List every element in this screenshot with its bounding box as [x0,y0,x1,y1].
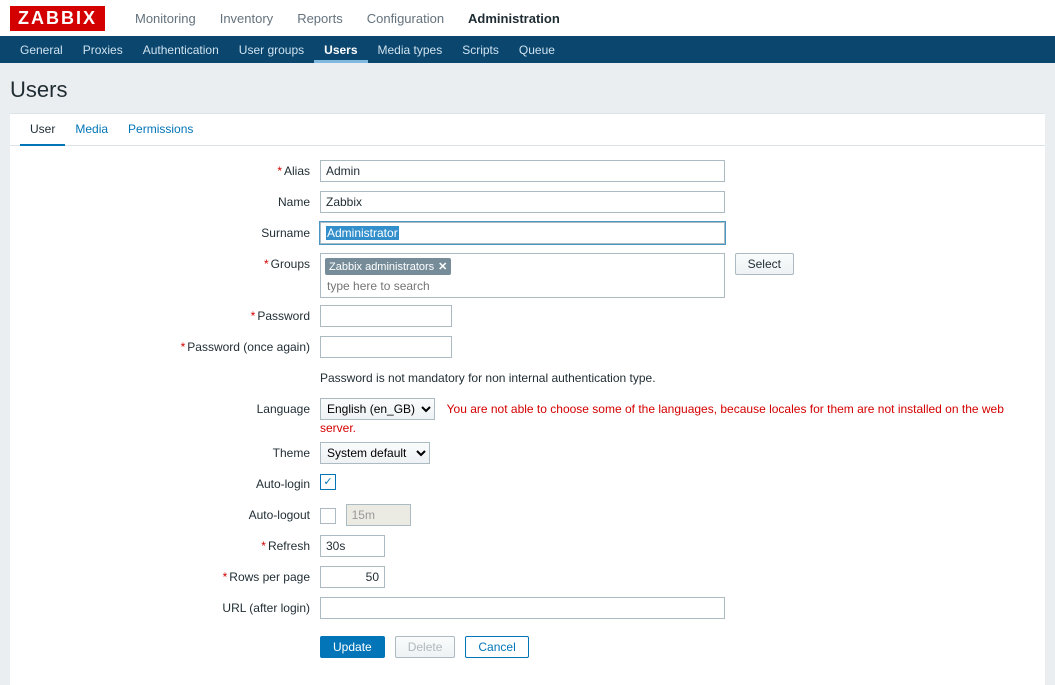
label-name: Name [20,191,320,209]
top-nav: ZABBIX Monitoring Inventory Reports Conf… [0,0,1055,36]
url-input[interactable] [320,597,725,619]
remove-tag-icon[interactable]: ✕ [438,261,447,273]
label-surname: Surname [20,222,320,240]
refresh-input[interactable] [320,535,385,557]
topnav-reports[interactable]: Reports [285,0,355,36]
form-card: User Media Permissions *Alias Name Surna… [10,113,1045,685]
label-theme: Theme [20,442,320,460]
tabs: User Media Permissions [10,114,1045,146]
subnav-general[interactable]: General [10,36,73,63]
password-again-input[interactable] [320,336,452,358]
group-tag: Zabbix administrators✕ [325,258,451,275]
tab-permissions[interactable]: Permissions [118,114,203,145]
theme-select[interactable]: System default [320,442,430,464]
label-groups: *Groups [20,253,320,271]
tab-user[interactable]: User [20,114,65,146]
subnav-authentication[interactable]: Authentication [133,36,229,63]
groups-search-input[interactable] [323,277,523,295]
sub-nav: General Proxies Authentication User grou… [0,36,1055,63]
tab-media[interactable]: Media [65,114,118,145]
user-form: *Alias Name Surname Administrator *Group… [10,146,1045,685]
auto-logout-input [346,504,411,526]
subnav-media-types[interactable]: Media types [368,36,453,63]
cancel-button[interactable]: Cancel [465,636,528,658]
surname-input[interactable]: Administrator [320,222,725,244]
label-password-again: *Password (once again) [20,336,320,354]
subnav-scripts[interactable]: Scripts [452,36,509,63]
update-button[interactable]: Update [320,636,385,658]
label-refresh: *Refresh [20,535,320,553]
logo: ZABBIX [10,6,105,31]
select-button[interactable]: Select [735,253,794,275]
password-input[interactable] [320,305,452,327]
rows-input[interactable] [320,566,385,588]
page-title: Users [0,63,1055,113]
alias-input[interactable] [320,160,725,182]
language-select[interactable]: English (en_GB) [320,398,435,420]
auto-login-checkbox[interactable]: ✓ [320,474,336,490]
topnav-monitoring[interactable]: Monitoring [123,0,208,36]
name-input[interactable] [320,191,725,213]
topnav-administration[interactable]: Administration [456,0,572,36]
label-auto-logout: Auto-logout [20,504,320,522]
label-url: URL (after login) [20,597,320,615]
topnav-configuration[interactable]: Configuration [355,0,456,36]
password-hint: Password is not mandatory for non intern… [320,367,1035,385]
label-language: Language [20,398,320,416]
label-auto-login: Auto-login [20,473,320,491]
auto-logout-checkbox[interactable] [320,508,336,524]
label-alias: *Alias [20,160,320,178]
subnav-user-groups[interactable]: User groups [229,36,314,63]
subnav-users[interactable]: Users [314,36,367,63]
label-password: *Password [20,305,320,323]
delete-button: Delete [395,636,456,658]
groups-multiselect[interactable]: Zabbix administrators✕ [320,253,725,298]
topnav-inventory[interactable]: Inventory [208,0,285,36]
label-rows: *Rows per page [20,566,320,584]
subnav-proxies[interactable]: Proxies [73,36,133,63]
